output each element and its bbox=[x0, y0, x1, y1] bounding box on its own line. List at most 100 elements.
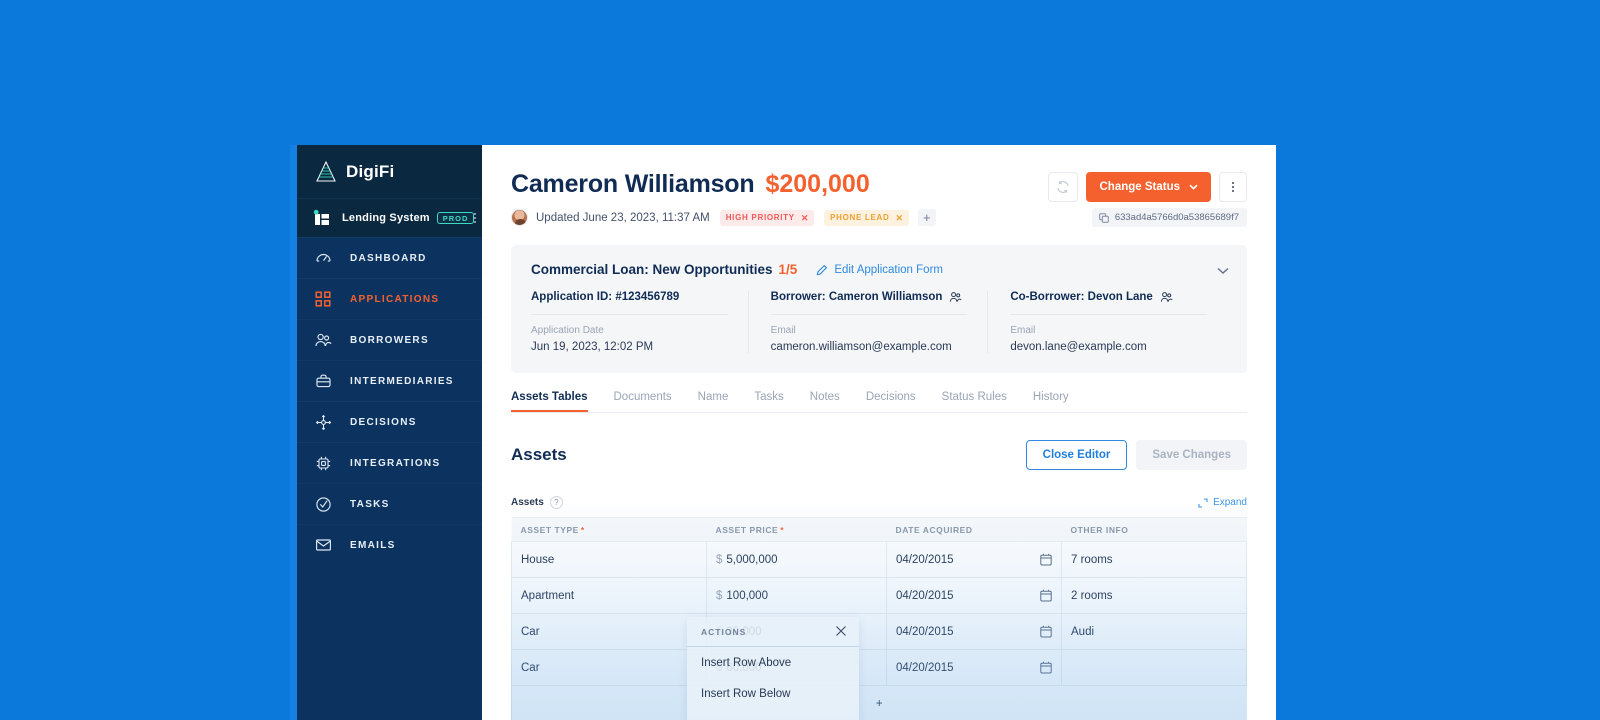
remove-tag-icon[interactable]: ✕ bbox=[801, 213, 809, 223]
editor-header: Assets Close Editor Save Changes bbox=[511, 440, 1247, 470]
column-header-asset-price[interactable]: ASSET PRICE * bbox=[706, 517, 887, 542]
date-value: 04/20/2015 bbox=[896, 661, 954, 674]
cell-date-acquired[interactable]: 04/20/2015 bbox=[886, 577, 1062, 614]
table-row[interactable]: Apartment $100,000 04/20/2015 2 rooms bbox=[511, 577, 1247, 614]
menu-item-insert-row-above[interactable]: Insert Row Above bbox=[687, 647, 859, 678]
tag-label: HIGH PRIORITY bbox=[725, 213, 795, 222]
price-value: 100,000 bbox=[726, 589, 768, 602]
cell-date-acquired[interactable]: 04/20/2015 bbox=[886, 613, 1062, 650]
status-badge-high-priority[interactable]: HIGH PRIORITY ✕ bbox=[719, 209, 815, 226]
add-row-button[interactable]: + bbox=[511, 685, 1247, 720]
date-value: 04/20/2015 bbox=[896, 589, 954, 602]
tab-assets-tables[interactable]: Assets Tables bbox=[511, 391, 588, 412]
record-id-value: 633ad4a5766d0a53865689f7 bbox=[1114, 212, 1239, 223]
people-icon[interactable] bbox=[949, 291, 963, 303]
help-icon[interactable]: ? bbox=[549, 496, 563, 509]
table-row[interactable]: House $5,000,000 04/20/2015 7 rooms bbox=[511, 541, 1247, 578]
digifi-logo-icon bbox=[313, 160, 339, 183]
sidebar-item-label: BORROWERS bbox=[350, 334, 429, 346]
sidebar-item-tasks[interactable]: TASKS bbox=[297, 483, 482, 524]
cell-asset-price[interactable]: $100,000 bbox=[706, 577, 887, 614]
calendar-icon[interactable] bbox=[1040, 661, 1052, 674]
environment-badge: PROD bbox=[436, 211, 475, 225]
column-header-asset-type[interactable]: ASSET TYPE * bbox=[511, 517, 707, 542]
status-badge-phone-lead[interactable]: PHONE LEAD ✕ bbox=[824, 209, 909, 226]
page-header: Cameron Williamson $200,000 Updated June… bbox=[482, 145, 1276, 227]
cell-date-acquired[interactable]: 04/20/2015 bbox=[886, 541, 1062, 578]
cell-asset-price[interactable]: $5,000,000 bbox=[706, 541, 887, 578]
people-icon bbox=[314, 331, 332, 349]
remove-tag-icon[interactable]: ✕ bbox=[896, 213, 904, 223]
cell-asset-type[interactable]: Car bbox=[511, 649, 707, 686]
close-editor-button[interactable]: Close Editor bbox=[1025, 440, 1128, 470]
sidebar-item-emails[interactable]: EMAILS bbox=[297, 524, 482, 565]
sidebar-accent-stripe bbox=[290, 145, 297, 720]
tab-decisions[interactable]: Decisions bbox=[866, 391, 916, 412]
calendar-icon[interactable] bbox=[1040, 589, 1052, 602]
editor-buttons: Close Editor Save Changes bbox=[1025, 440, 1247, 470]
tab-tasks[interactable]: Tasks bbox=[754, 391, 783, 412]
refresh-button[interactable] bbox=[1048, 172, 1079, 202]
table-row[interactable]: Car $39,000 04/20/2015 Audi bbox=[511, 613, 1247, 650]
cell-asset-type[interactable]: Car bbox=[511, 613, 707, 650]
close-icon[interactable] bbox=[835, 625, 847, 639]
sidebar-item-applications[interactable]: APPLICATIONS bbox=[297, 278, 482, 319]
more-options-button[interactable] bbox=[1219, 172, 1247, 202]
tab-status-rules[interactable]: Status Rules bbox=[942, 391, 1007, 412]
cell-other-info[interactable]: 7 rooms bbox=[1061, 541, 1247, 578]
add-tag-button[interactable]: + bbox=[917, 209, 936, 226]
sidebar-item-label: EMAILS bbox=[350, 539, 396, 551]
expand-button[interactable]: Expand bbox=[1198, 497, 1247, 508]
pencil-icon bbox=[816, 264, 828, 276]
brand-name: DigiFi bbox=[346, 161, 395, 181]
column-header-date-acquired[interactable]: DATE ACQUIRED bbox=[886, 517, 1062, 542]
loan-detail-columns: Application ID: #123456789 Application D… bbox=[531, 291, 1227, 353]
people-icon[interactable] bbox=[1160, 291, 1173, 303]
cell-other-info[interactable] bbox=[1061, 649, 1247, 686]
cell-date-acquired[interactable]: 04/20/2015 bbox=[886, 649, 1062, 686]
required-marker: * bbox=[780, 525, 785, 535]
sidebar-item-label: TASKS bbox=[350, 498, 390, 510]
record-id-chip[interactable]: 633ad4a5766d0a53865689f7 bbox=[1091, 208, 1247, 227]
header-actions: Change Status bbox=[1048, 172, 1247, 202]
table-header-row: ASSET TYPE * ASSET PRICE * DATE ACQUIRED O… bbox=[511, 517, 1247, 542]
sidebar: DigiFi Lending System PROD DASHBOARD APP… bbox=[290, 145, 482, 720]
edit-application-form-link[interactable]: Edit Application Form bbox=[816, 264, 943, 276]
sidebar-item-intermediaries[interactable]: INTERMEDIARIES bbox=[297, 360, 482, 401]
actions-context-menu: ACTIONS Insert Row Above Insert Row Belo… bbox=[687, 617, 859, 720]
copy-icon bbox=[1099, 212, 1109, 223]
calendar-icon[interactable] bbox=[1040, 625, 1052, 638]
tab-bar: Assets Tables Documents Name Tasks Notes… bbox=[511, 391, 1247, 413]
tab-history[interactable]: History bbox=[1033, 391, 1069, 412]
chip-icon bbox=[314, 454, 332, 472]
change-status-label: Change Status bbox=[1099, 181, 1180, 193]
sidebar-item-borrowers[interactable]: BORROWERS bbox=[297, 319, 482, 360]
calendar-icon[interactable] bbox=[1040, 553, 1052, 566]
tab-documents[interactable]: Documents bbox=[614, 391, 672, 412]
envelope-icon bbox=[314, 536, 332, 554]
sidebar-item-integrations[interactable]: INTEGRATIONS bbox=[297, 442, 482, 483]
decision-node-icon bbox=[314, 413, 332, 431]
brand-logo[interactable]: DigiFi bbox=[297, 145, 482, 198]
system-kebab-icon[interactable] bbox=[474, 213, 477, 223]
menu-item-insert-row-below[interactable]: Insert Row Below bbox=[687, 678, 859, 709]
system-name: Lending System bbox=[342, 212, 430, 224]
tab-notes[interactable]: Notes bbox=[810, 391, 840, 412]
edit-application-form-label: Edit Application Form bbox=[834, 263, 943, 276]
save-changes-button[interactable]: Save Changes bbox=[1136, 440, 1247, 470]
chevron-down-icon[interactable] bbox=[1217, 264, 1229, 278]
cell-other-info[interactable]: 2 rooms bbox=[1061, 577, 1247, 614]
change-status-button[interactable]: Change Status bbox=[1086, 172, 1211, 202]
cell-asset-type[interactable]: House bbox=[511, 541, 707, 578]
cell-other-info[interactable]: Audi bbox=[1061, 613, 1247, 650]
column-header-other-info[interactable]: OTHER INFO bbox=[1061, 517, 1247, 542]
add-row-row[interactable]: + bbox=[511, 685, 1247, 720]
cell-asset-type[interactable]: Apartment bbox=[511, 577, 707, 614]
sidebar-item-dashboard[interactable]: DASHBOARD bbox=[297, 237, 482, 278]
column-header-label: DATE ACQUIRED bbox=[895, 525, 973, 535]
table-row[interactable]: Car $60,000 04/20/2015 bbox=[511, 649, 1247, 686]
tab-name[interactable]: Name bbox=[698, 391, 729, 412]
system-selector[interactable]: Lending System PROD bbox=[297, 198, 482, 237]
kebab-menu-icon bbox=[1232, 182, 1234, 192]
sidebar-item-decisions[interactable]: DECISIONS bbox=[297, 401, 482, 442]
